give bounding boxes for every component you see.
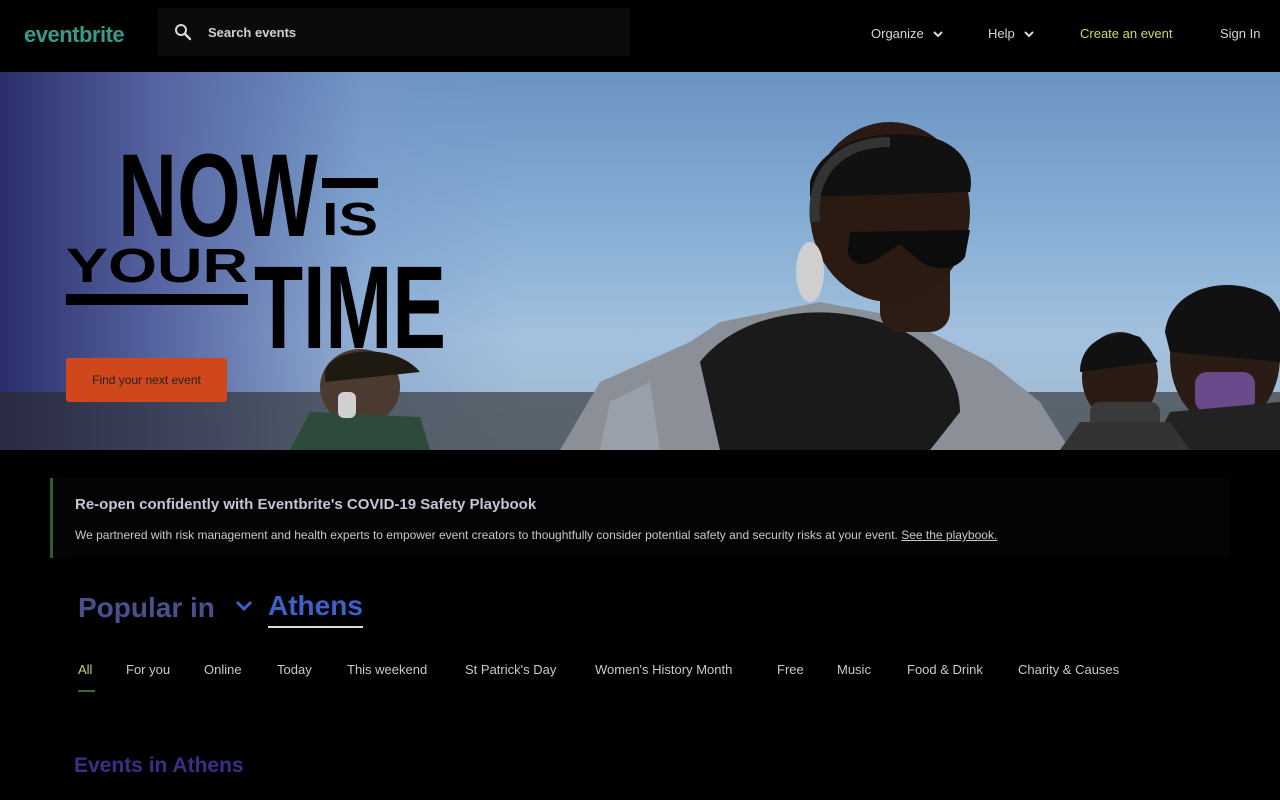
headline-your: YOUR bbox=[66, 240, 248, 293]
tab-music[interactable]: Music bbox=[837, 662, 871, 677]
tab-food-drink[interactable]: Food & Drink bbox=[907, 662, 983, 677]
nav-organize[interactable]: Organize bbox=[871, 26, 944, 41]
chevron-down-icon bbox=[1024, 30, 1034, 37]
search-input[interactable] bbox=[208, 20, 608, 44]
popular-in-label: Popular in bbox=[78, 592, 215, 623]
covid-safety-banner: Re-open confidently with Eventbrite's CO… bbox=[50, 478, 1230, 558]
headline-underline bbox=[66, 294, 248, 305]
banner-title: Re-open confidently with Eventbrite's CO… bbox=[75, 496, 537, 513]
headline-is: IS bbox=[322, 193, 378, 245]
location-selector[interactable]: Athens bbox=[268, 590, 363, 628]
tab-free[interactable]: Free bbox=[777, 662, 804, 677]
tab-womens-history-month[interactable]: Women's History Month bbox=[595, 662, 732, 677]
tab-st-patricks-day[interactable]: St Patrick's Day bbox=[465, 662, 556, 677]
hero-banner: NOW IS YOUR TIME Find your next event bbox=[0, 72, 1280, 450]
active-tab-indicator bbox=[78, 690, 95, 692]
banner-description: We partnered with risk management and he… bbox=[75, 528, 898, 542]
nav-help-label: Help bbox=[988, 26, 1015, 41]
tab-charity-causes[interactable]: Charity & Causes bbox=[1018, 662, 1119, 677]
chevron-down-icon bbox=[933, 30, 943, 37]
nav-create-event[interactable]: Create an event bbox=[1080, 26, 1173, 41]
find-event-button[interactable]: Find your next event bbox=[66, 358, 227, 402]
tab-online[interactable]: Online bbox=[204, 662, 242, 677]
tab-this-weekend[interactable]: This weekend bbox=[347, 662, 427, 677]
search-icon bbox=[175, 24, 192, 41]
tab-all[interactable]: All bbox=[78, 662, 92, 677]
nav-help[interactable]: Help bbox=[988, 26, 1035, 41]
tab-for-you[interactable]: For you bbox=[126, 662, 170, 677]
nav-organize-label: Organize bbox=[871, 26, 924, 41]
eventbrite-logo[interactable]: eventbrite bbox=[24, 22, 125, 48]
events-section-title: Events in Athens bbox=[74, 754, 244, 777]
headline-bar bbox=[322, 178, 378, 188]
headline-time: TIME bbox=[254, 242, 446, 374]
search-bar[interactable] bbox=[158, 8, 630, 56]
banner-text: We partnered with risk management and he… bbox=[75, 528, 997, 542]
playbook-link[interactable]: See the playbook. bbox=[901, 528, 997, 542]
nav-sign-in[interactable]: Sign In bbox=[1220, 26, 1260, 41]
chevron-down-icon[interactable] bbox=[234, 598, 254, 614]
tab-today[interactable]: Today bbox=[277, 662, 312, 677]
top-header: eventbrite Organize Help Create an event… bbox=[0, 0, 1280, 72]
